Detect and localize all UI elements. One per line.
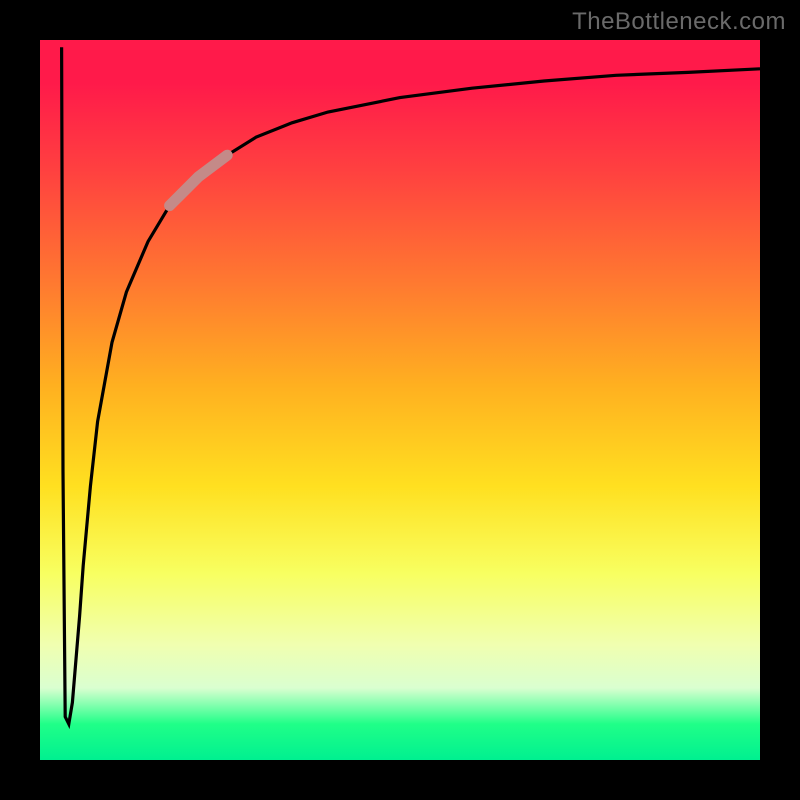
chart-frame: TheBottleneck.com	[0, 0, 800, 800]
curve-path	[62, 47, 760, 724]
chart-curve-layer	[40, 40, 760, 760]
curve-highlight	[170, 155, 228, 205]
attribution-text: TheBottleneck.com	[572, 8, 786, 36]
